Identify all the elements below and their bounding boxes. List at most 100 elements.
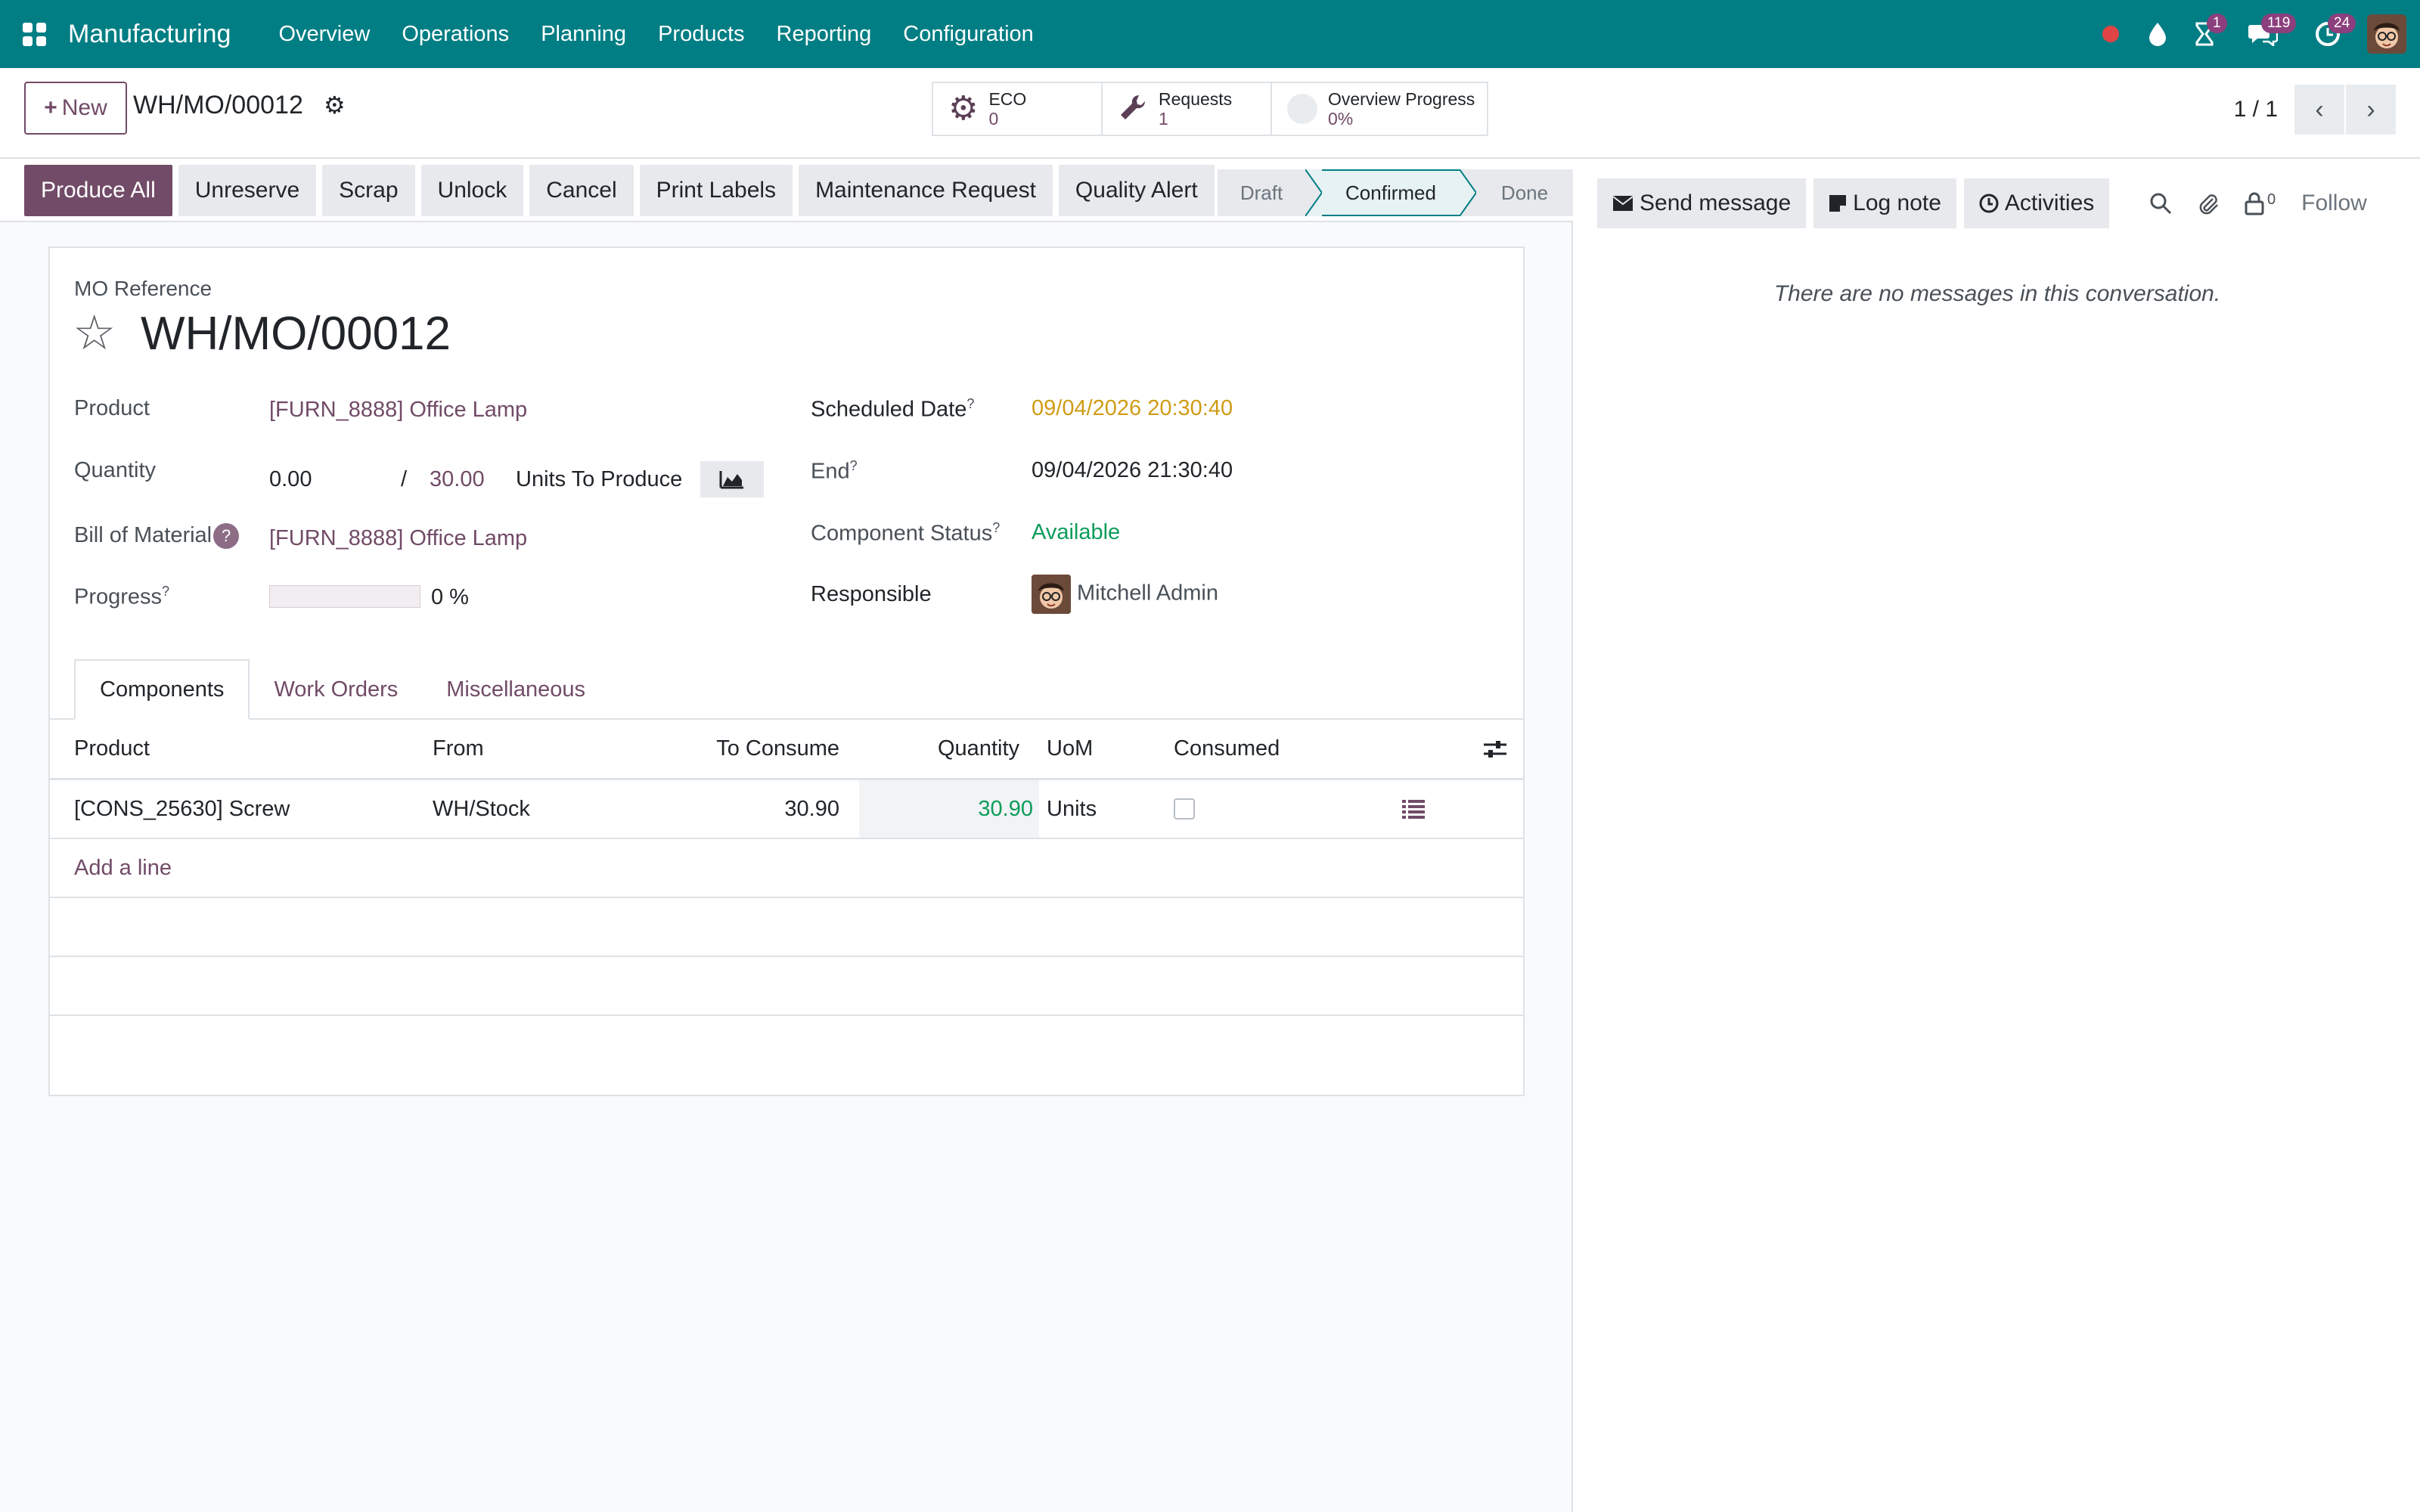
column-consumed[interactable]: Consumed: [1174, 720, 1280, 778]
updates-clock-icon[interactable]: 24: [2297, 0, 2358, 68]
print-labels-button[interactable]: Print Labels: [639, 165, 793, 216]
control-panel: + New WH/MO/00012 ⚙ ⚙ ECO 0 Requests 1 O…: [0, 68, 2420, 159]
optional-columns-icon[interactable]: [1482, 720, 1508, 778]
chevron-right-icon: ›: [2366, 94, 2375, 124]
user-avatar[interactable]: [2367, 14, 2406, 54]
action-buttons: Produce All Unreserve Scrap Unlock Cance…: [24, 165, 1215, 216]
maintenance-request-button[interactable]: Maintenance Request: [799, 165, 1053, 216]
column-product[interactable]: Product: [74, 720, 150, 778]
produce-all-button[interactable]: Produce All: [24, 165, 172, 216]
scheduled-date-label-text: Scheduled Date: [811, 397, 967, 422]
bill-of-material-label: Bill of Material?: [74, 523, 240, 549]
quantity-label: Quantity: [74, 458, 156, 482]
pager-previous-button[interactable]: ‹: [2294, 85, 2344, 135]
stage-done[interactable]: Done: [1476, 169, 1573, 216]
menu-products[interactable]: Products: [642, 22, 760, 47]
row-product[interactable]: [CONS_25630] Screw: [74, 780, 290, 838]
recording-indicator-icon[interactable]: [2087, 0, 2134, 68]
top-navbar: Manufacturing Overview Operations Planni…: [0, 0, 2420, 68]
empty-conversation-text: There are no messages in this conversati…: [1773, 281, 2221, 306]
forecast-chart-button[interactable]: [700, 461, 764, 497]
menu-configuration[interactable]: Configuration: [887, 22, 1050, 47]
requests-count: 1: [1159, 109, 1168, 129]
scheduled-date-field[interactable]: 09/04/2026 20:30:40: [1032, 396, 1233, 421]
column-quantity[interactable]: Quantity: [859, 720, 1019, 778]
follow-button[interactable]: Follow: [2301, 191, 2367, 216]
help-tooltip-mark[interactable]: ?: [966, 396, 974, 411]
drop-icon[interactable]: [2134, 0, 2181, 68]
systray: 1 119 24: [2087, 0, 2420, 68]
requests-smart-button[interactable]: Requests 1: [1103, 83, 1272, 135]
menu-overview[interactable]: Overview: [262, 22, 386, 47]
status-bar: Produce All Unreserve Scrap Unlock Cance…: [0, 160, 1573, 222]
activity-hourglass-icon[interactable]: 1: [2181, 0, 2228, 68]
search-icon[interactable]: [2149, 192, 2172, 215]
help-tooltip-mark[interactable]: ?: [162, 584, 169, 599]
stage-pipeline: Draft Confirmed Done: [1218, 169, 1573, 216]
stage-arrow-icon: [1305, 169, 1322, 216]
followers-button[interactable]: 0: [2245, 191, 2276, 215]
empty-row: [50, 898, 1523, 957]
consumed-checkbox[interactable]: [1174, 780, 1195, 838]
help-icon[interactable]: ?: [213, 523, 240, 549]
responsible-name: Mitchell Admin: [1077, 581, 1218, 606]
unreserve-button[interactable]: Unreserve: [178, 165, 317, 216]
row-from[interactable]: WH/Stock: [433, 780, 530, 838]
messages-icon[interactable]: 119: [2228, 0, 2297, 68]
cancel-button[interactable]: Cancel: [529, 165, 634, 216]
lock-icon: [2245, 192, 2264, 215]
add-line-link[interactable]: Add a line: [74, 839, 172, 897]
stage-confirmed[interactable]: Confirmed: [1322, 169, 1460, 216]
new-button-label: New: [61, 95, 107, 120]
end-label: End?: [811, 458, 858, 485]
responsible-field[interactable]: Mitchell Admin: [1032, 575, 1218, 614]
form-view: Produce All Unreserve Scrap Unlock Cance…: [0, 160, 1573, 1512]
activities-button[interactable]: Activities: [1963, 178, 2110, 228]
gear-icon[interactable]: ⚙: [324, 91, 346, 119]
new-button[interactable]: + New: [24, 82, 127, 135]
updates-badge: 24: [2328, 14, 2356, 33]
help-tooltip-mark[interactable]: ?: [850, 458, 858, 473]
menu-operations[interactable]: Operations: [386, 22, 525, 47]
progress-bar: [269, 585, 420, 608]
eco-smart-button[interactable]: ⚙ ECO 0: [933, 83, 1103, 135]
stage-draft[interactable]: Draft: [1218, 169, 1305, 216]
pager-next-button[interactable]: ›: [2346, 85, 2396, 135]
product-field[interactable]: [FURN_8888] Office Lamp: [269, 398, 527, 423]
unlock-button[interactable]: Unlock: [420, 165, 524, 216]
bill-of-material-field[interactable]: [FURN_8888] Office Lamp: [269, 526, 527, 551]
table-row[interactable]: [CONS_25630] Screw WH/Stock 30.90 30.90 …: [50, 780, 1523, 839]
column-to-consume[interactable]: To Consume: [670, 720, 839, 778]
send-message-button[interactable]: Send message: [1597, 178, 1807, 228]
quantity-produced-input[interactable]: 0.00: [269, 467, 312, 492]
log-note-button[interactable]: Log note: [1813, 178, 1956, 228]
detailed-operations-icon[interactable]: [1402, 780, 1425, 838]
requests-label: Requests: [1159, 89, 1233, 109]
quantity-total-input[interactable]: 30.00: [430, 467, 485, 492]
menu-reporting[interactable]: Reporting: [761, 22, 888, 47]
notebook-tabs: Components Work Orders Miscellaneous: [74, 659, 610, 720]
paperclip-icon[interactable]: [2198, 191, 2219, 215]
end-date-field[interactable]: 09/04/2026 21:30:40: [1032, 458, 1233, 483]
tab-components[interactable]: Components: [74, 659, 250, 720]
app-name[interactable]: Manufacturing: [68, 20, 231, 49]
scrap-button[interactable]: Scrap: [322, 165, 415, 216]
tab-miscellaneous[interactable]: Miscellaneous: [422, 659, 610, 720]
column-from[interactable]: From: [433, 720, 484, 778]
overview-progress-smart-button[interactable]: Overview Progress 0%: [1272, 83, 1487, 135]
apps-menu-icon[interactable]: [0, 0, 68, 68]
log-note-label: Log note: [1853, 191, 1941, 215]
clock-icon: [1979, 194, 1999, 213]
end-label-text: End: [811, 459, 850, 484]
pager-value[interactable]: 1 / 1: [2234, 97, 2278, 122]
star-icon[interactable]: ☆: [73, 308, 116, 357]
column-uom[interactable]: UoM: [1047, 720, 1093, 778]
help-tooltip-mark[interactable]: ?: [992, 520, 1000, 535]
menu-planning[interactable]: Planning: [525, 22, 642, 47]
tab-work-orders[interactable]: Work Orders: [250, 659, 422, 720]
chatter-tools: 0 Follow: [2149, 178, 2367, 228]
send-message-label: Send message: [1640, 191, 1792, 215]
row-quantity[interactable]: 30.90: [859, 780, 1039, 838]
quality-alert-button[interactable]: Quality Alert: [1058, 165, 1215, 216]
bom-label-text: Bill of Material: [74, 523, 213, 547]
